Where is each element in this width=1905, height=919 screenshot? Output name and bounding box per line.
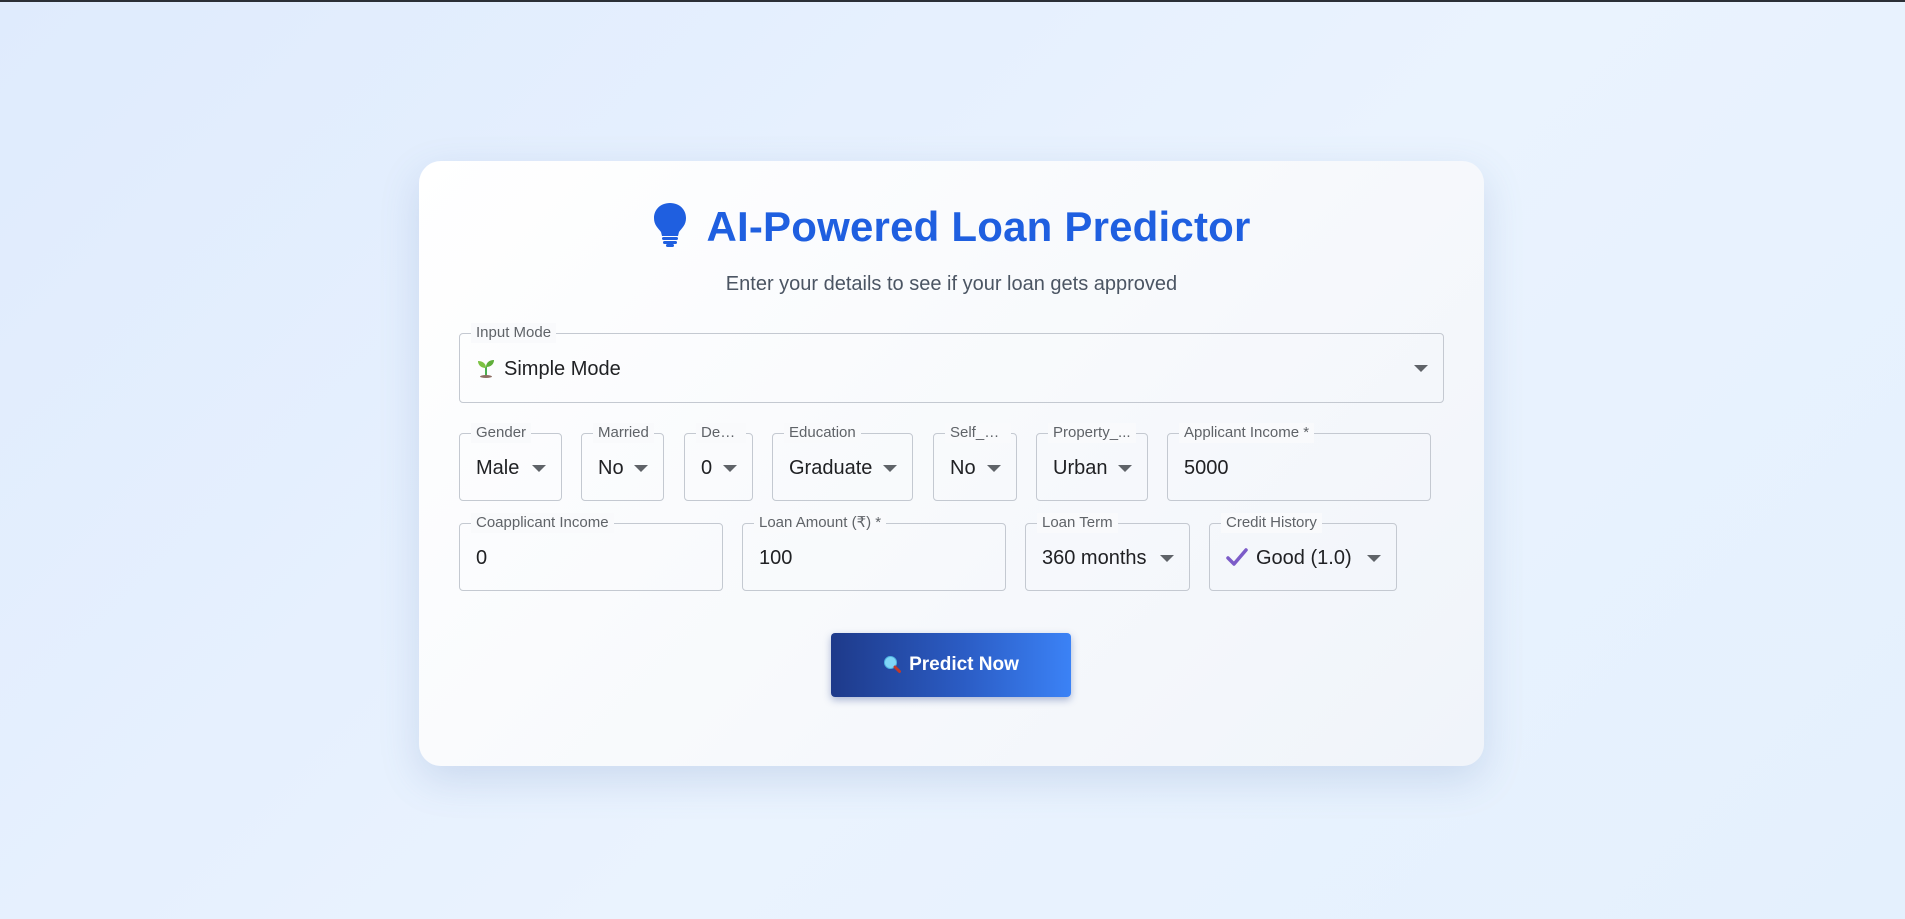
chevron-down-icon — [1160, 555, 1174, 562]
gender-select[interactable]: Gender Male — [459, 423, 562, 501]
married-value: No — [598, 457, 624, 479]
chevron-down-icon — [532, 465, 546, 472]
input-mode-value: Simple Mode — [504, 358, 621, 380]
chevron-down-icon — [723, 465, 737, 472]
education-select[interactable]: Education Graduate — [772, 423, 913, 501]
self-employed-label: Self_E... — [945, 423, 1011, 443]
loan-form-card: AI-Powered Loan Predictor Enter your det… — [419, 161, 1484, 766]
input-mode-select[interactable]: Input Mode Simple Mode — [459, 323, 1444, 403]
education-value: Graduate — [789, 457, 873, 479]
input-mode-value-wrap: Simple Mode — [476, 357, 621, 381]
predict-now-button[interactable]: Predict Now — [831, 633, 1071, 697]
property-area-label: Property_... — [1048, 423, 1136, 443]
magnifier-icon — [884, 656, 902, 673]
dependents-label: Dep... — [696, 423, 746, 443]
lightbulb-icon — [654, 203, 687, 247]
coapplicant-income-input[interactable]: Coapplicant Income 0 — [459, 513, 723, 591]
browser-top-edge — [0, 0, 1905, 2]
dependents-select[interactable]: Dep... 0 — [684, 423, 753, 501]
loan-term-select[interactable]: Loan Term 360 months — [1025, 513, 1190, 591]
married-select[interactable]: Married No — [581, 423, 664, 501]
loan-term-value: 360 months — [1042, 547, 1147, 569]
loan-amount-value: 100 — [759, 547, 793, 569]
applicant-income-label: Applicant Income * — [1179, 423, 1315, 443]
page-title: AI-Powered Loan Predictor — [706, 203, 1251, 250]
page-subtitle: Enter your details to see if your loan g… — [725, 273, 1178, 295]
loan-amount-label: Loan Amount (₹) * — [754, 513, 887, 533]
credit-history-value: Good (1.0) — [1256, 547, 1352, 569]
applicant-income-input[interactable]: Applicant Income * 5000 — [1167, 423, 1431, 501]
chevron-down-icon — [634, 465, 648, 472]
credit-history-value-wrap: Good (1.0) — [1226, 546, 1352, 570]
property-area-value: Urban — [1053, 457, 1108, 479]
self-employed-select[interactable]: Self_E... No — [933, 423, 1017, 501]
credit-history-label: Credit History — [1221, 513, 1322, 533]
chevron-down-icon — [987, 465, 1001, 472]
title-row: AI-Powered Loan Predictor — [419, 203, 1484, 251]
education-label: Education — [784, 423, 861, 443]
gender-value: Male — [476, 457, 520, 479]
seedling-icon — [478, 360, 494, 378]
loan-term-label: Loan Term — [1037, 513, 1118, 533]
chevron-down-icon — [883, 465, 897, 472]
chevron-down-icon — [1118, 465, 1132, 472]
coapplicant-income-label: Coapplicant Income — [471, 513, 614, 533]
self-employed-value: No — [950, 457, 976, 479]
married-label: Married — [593, 423, 654, 443]
property-area-select[interactable]: Property_... Urban — [1036, 423, 1148, 501]
gender-label: Gender — [471, 423, 532, 443]
chevron-down-icon — [1367, 555, 1381, 562]
predict-now-label: Predict Now — [909, 654, 1019, 675]
loan-amount-input[interactable]: Loan Amount (₹) * 100 — [742, 513, 1006, 591]
credit-history-select[interactable]: Credit History Good (1.0) — [1209, 513, 1397, 591]
input-mode-label: Input Mode — [471, 323, 557, 343]
chevron-down-icon — [1414, 365, 1428, 372]
coapplicant-income-value: 0 — [476, 547, 488, 569]
applicant-income-value: 5000 — [1184, 457, 1229, 479]
check-mark-icon — [1226, 548, 1248, 566]
dependents-value: 0 — [701, 457, 713, 479]
